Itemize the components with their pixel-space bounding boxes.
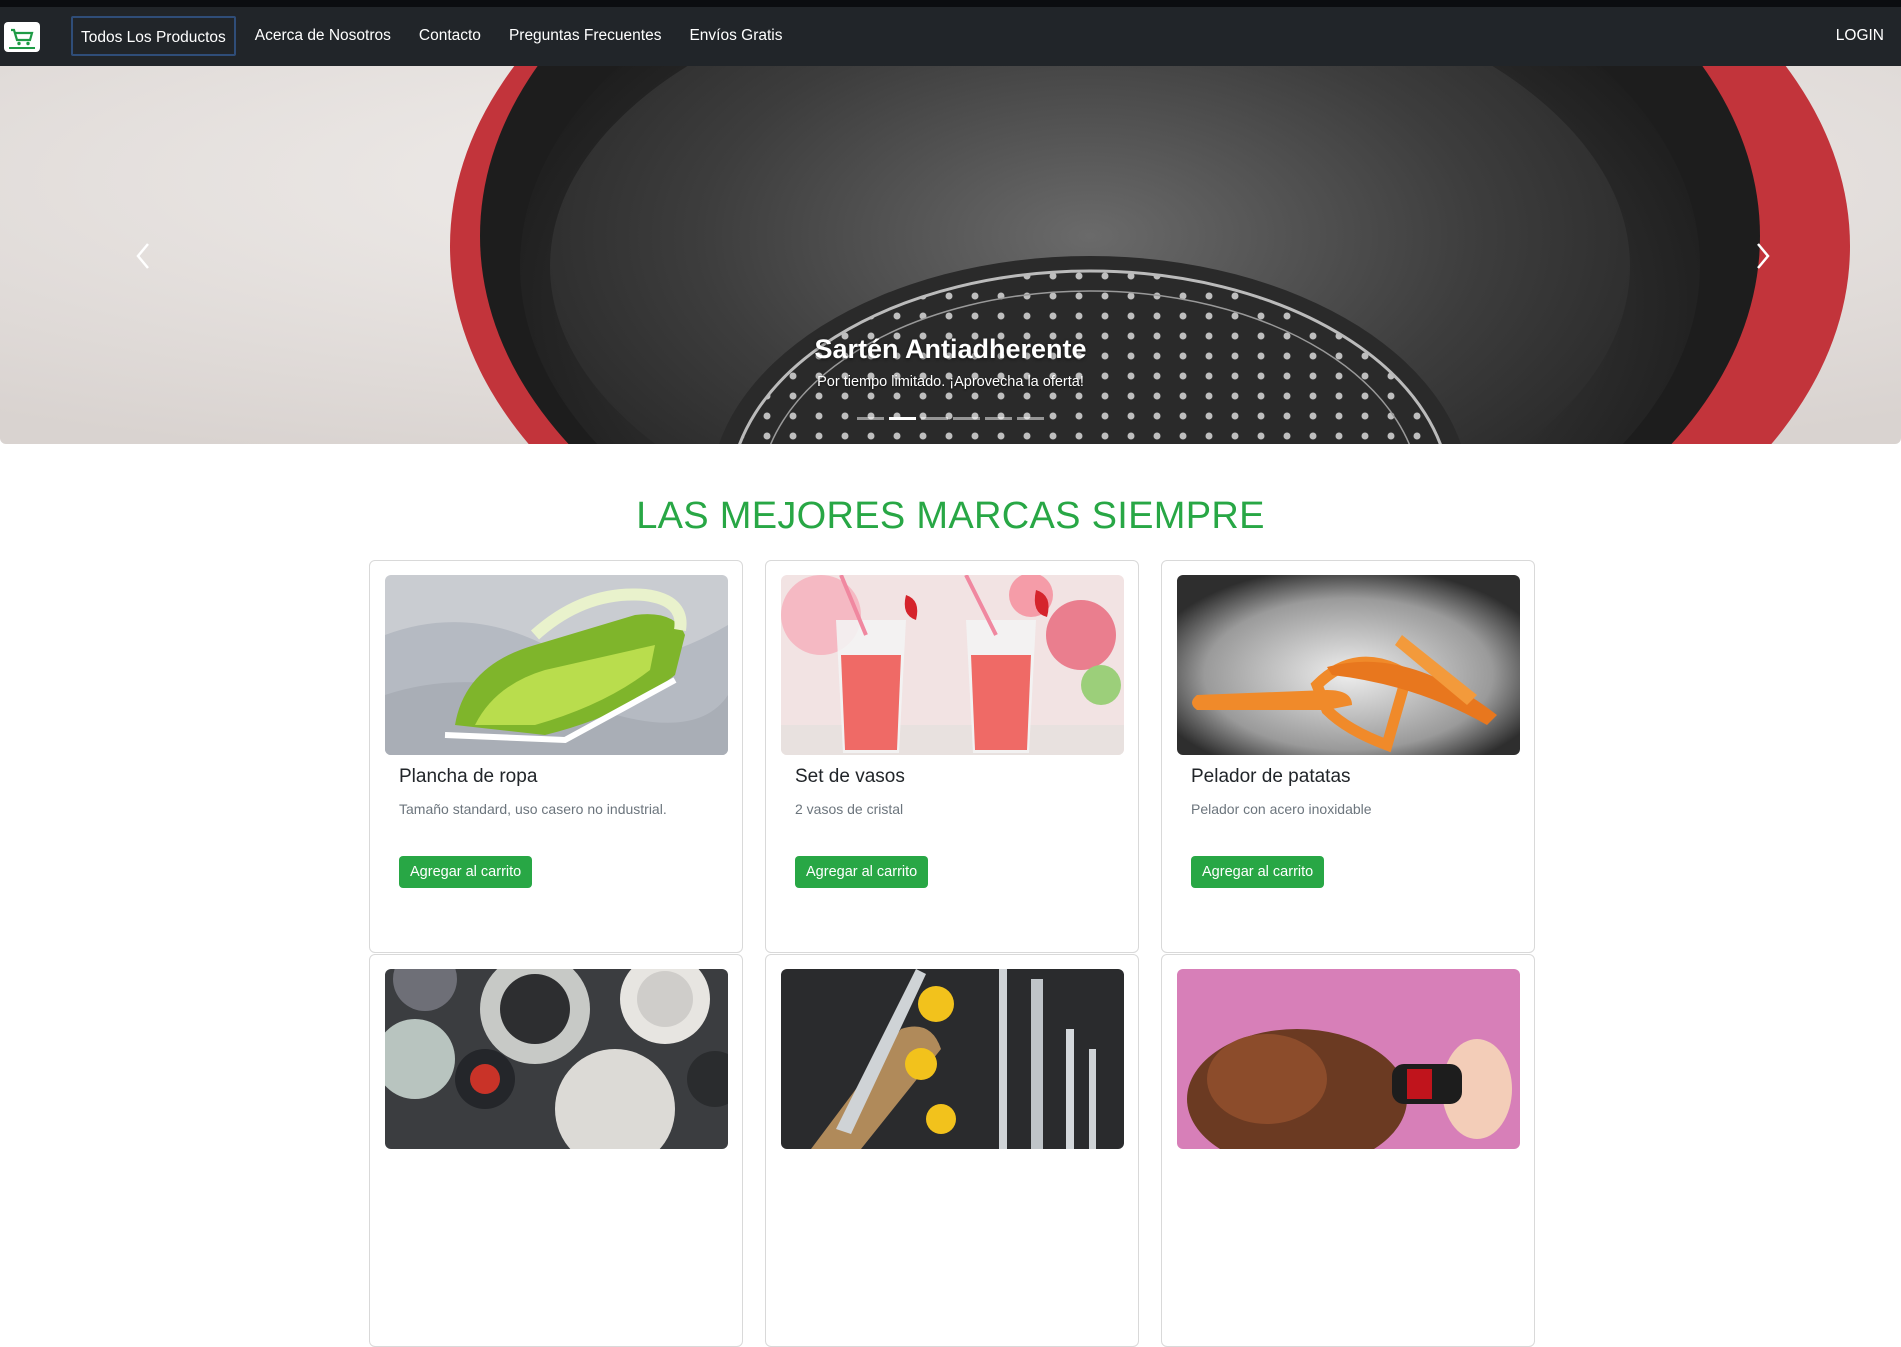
carousel-indicator[interactable] bbox=[921, 417, 948, 420]
product-title: Plancha de ropa bbox=[399, 766, 538, 787]
product-image-hair-dryer bbox=[1177, 969, 1520, 1149]
product-image-plates bbox=[385, 969, 728, 1149]
carousel-indicator-active[interactable] bbox=[889, 417, 916, 420]
add-to-cart-button[interactable]: Agregar al carrito bbox=[399, 856, 533, 888]
product-image-glasses bbox=[781, 575, 1124, 755]
nav-menu: Todos Los Productos Acerca de Nosotros C… bbox=[71, 16, 801, 56]
carousel-indicator[interactable] bbox=[1017, 417, 1044, 420]
top-border bbox=[0, 0, 1901, 7]
login-link[interactable]: LOGIN bbox=[1836, 16, 1884, 56]
product-card bbox=[369, 954, 743, 1347]
add-to-cart-button[interactable]: Agregar al carrito bbox=[1191, 856, 1325, 888]
navbar: Todos Los Productos Acerca de Nosotros C… bbox=[0, 7, 1901, 66]
nav-link-todos-los-productos[interactable]: Todos Los Productos bbox=[71, 16, 236, 56]
nav-link-preguntas-frecuentes[interactable]: Preguntas Frecuentes bbox=[500, 16, 671, 56]
carousel-next-button[interactable] bbox=[1742, 236, 1782, 276]
product-image-peeler bbox=[1177, 575, 1520, 755]
product-card bbox=[765, 954, 1139, 1347]
product-description: Tamaño standard, uso casero no industria… bbox=[399, 801, 667, 817]
carousel-prev-button[interactable] bbox=[124, 236, 164, 276]
product-title: Set de vasos bbox=[795, 766, 905, 787]
carousel-indicator[interactable] bbox=[953, 417, 980, 420]
product-card: Plancha de ropa Tamaño standard, uso cas… bbox=[369, 560, 743, 953]
add-to-cart-button[interactable]: Agregar al carrito bbox=[795, 856, 929, 888]
product-image-knives bbox=[781, 969, 1124, 1149]
product-description: 2 vasos de cristal bbox=[795, 801, 904, 817]
nav-link-acerca-de-nosotros[interactable]: Acerca de Nosotros bbox=[246, 16, 400, 56]
product-card: Pelador de patatas Pelador con acero ino… bbox=[1161, 560, 1535, 953]
nav-link-contacto[interactable]: Contacto bbox=[410, 16, 490, 56]
product-card bbox=[1161, 954, 1535, 1347]
product-description: Pelador con acero inoxidable bbox=[1191, 801, 1372, 817]
product-card: Set de vasos 2 vasos de cristal Agregar … bbox=[765, 560, 1139, 953]
hero-carousel: Sartén Antiadherente Por tiempo limitado… bbox=[0, 66, 1901, 444]
chevron-left-icon bbox=[136, 243, 149, 269]
carousel-indicator[interactable] bbox=[985, 417, 1012, 420]
chevron-right-icon bbox=[1757, 243, 1770, 269]
carousel-indicator[interactable] bbox=[857, 417, 884, 420]
carousel-caption-title: Sartén Antiadherente bbox=[814, 334, 1087, 364]
carousel-indicators bbox=[857, 417, 1049, 420]
section-headline: LAS MEJORES MARCAS SIEMPRE bbox=[636, 495, 1265, 538]
shop-now-logo[interactable] bbox=[4, 22, 40, 52]
product-title: Pelador de patatas bbox=[1191, 766, 1351, 787]
product-image-iron bbox=[385, 575, 728, 755]
carousel-caption-text: Por tiempo limitado. ¡Aprovecha la ofert… bbox=[817, 374, 1084, 390]
nav-link-envios-gratis[interactable]: Envíos Gratis bbox=[680, 16, 791, 56]
